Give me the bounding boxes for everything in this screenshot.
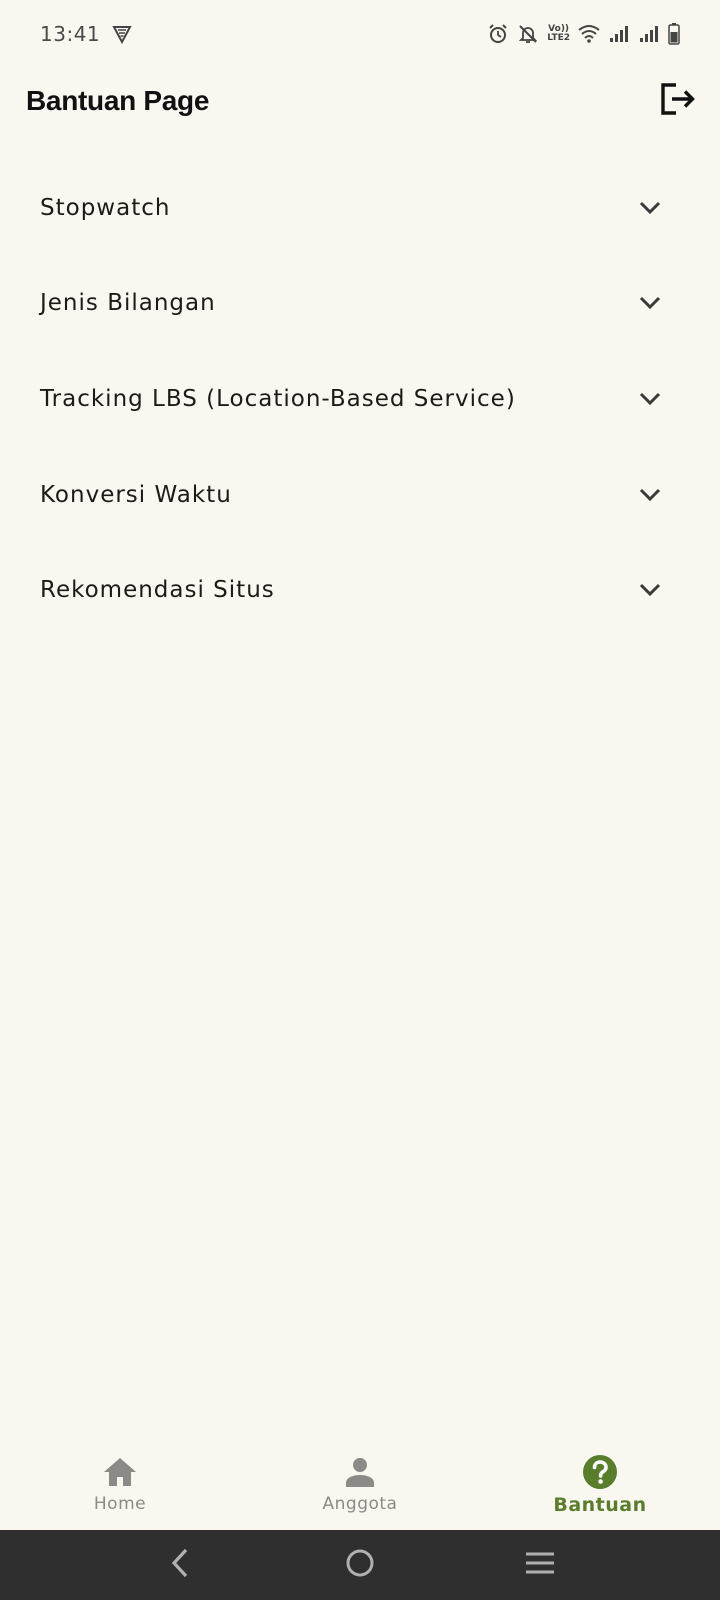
vpn-shield-icon bbox=[112, 24, 132, 44]
help-item-label: Rekomendasi Situs bbox=[40, 577, 275, 604]
chevron-down-icon bbox=[636, 385, 664, 413]
nav-label: Home bbox=[93, 1494, 147, 1514]
help-item-rekomendasi-situs[interactable]: Rekomendasi Situs bbox=[0, 542, 720, 638]
help-item-label: Konversi Waktu bbox=[40, 481, 232, 508]
help-item-stopwatch[interactable]: Stopwatch bbox=[0, 160, 720, 256]
status-left: 13:41 bbox=[40, 22, 132, 46]
nav-item-bantuan[interactable]: Bantuan bbox=[480, 1432, 720, 1530]
help-item-label: Stopwatch bbox=[40, 194, 171, 221]
system-home-button[interactable] bbox=[330, 1535, 390, 1595]
chevron-down-icon bbox=[636, 194, 664, 222]
help-list: Stopwatch Jenis Bilangan Tracking LBS (L… bbox=[0, 160, 720, 638]
home-icon bbox=[102, 1454, 138, 1490]
nav-item-home[interactable]: Home bbox=[0, 1432, 240, 1530]
logout-button[interactable] bbox=[658, 81, 698, 121]
page-title: Bantuan Page bbox=[26, 85, 210, 116]
status-right: Vo)) LTE2 bbox=[487, 23, 680, 45]
app-bar: Bantuan Page bbox=[0, 68, 720, 134]
help-item-jenis-bilangan[interactable]: Jenis Bilangan bbox=[0, 256, 720, 352]
chevron-down-icon bbox=[636, 576, 664, 604]
status-time: 13:41 bbox=[40, 22, 101, 46]
home-circle-icon bbox=[345, 1548, 375, 1583]
logout-icon bbox=[660, 82, 696, 121]
help-circle-icon bbox=[582, 1454, 618, 1490]
nav-item-anggota[interactable]: Anggota bbox=[240, 1432, 480, 1530]
system-back-button[interactable] bbox=[150, 1535, 210, 1595]
system-menu-button[interactable] bbox=[510, 1535, 570, 1595]
chevron-down-icon bbox=[636, 289, 664, 317]
wifi-icon bbox=[578, 24, 600, 44]
battery-icon bbox=[668, 23, 680, 45]
back-icon bbox=[170, 1548, 190, 1583]
help-item-label: Tracking LBS (Location-Based Service) bbox=[40, 385, 516, 412]
system-nav-bar bbox=[0, 1530, 720, 1600]
person-icon bbox=[342, 1454, 378, 1490]
alarm-icon bbox=[487, 23, 509, 45]
signal-icon bbox=[608, 24, 630, 44]
menu-icon bbox=[524, 1551, 556, 1580]
nav-label: Bantuan bbox=[553, 1494, 647, 1516]
volte-icon: Vo)) LTE2 bbox=[547, 25, 570, 43]
bottom-nav: Home Anggota Bantuan bbox=[0, 1432, 720, 1530]
help-item-tracking-lbs[interactable]: Tracking LBS (Location-Based Service) bbox=[0, 351, 720, 447]
signal-icon bbox=[638, 24, 660, 44]
status-bar: 13:41 Vo)) LTE2 bbox=[0, 0, 720, 68]
help-item-konversi-waktu[interactable]: Konversi Waktu bbox=[0, 447, 720, 543]
nav-label: Anggota bbox=[322, 1494, 398, 1514]
bell-off-icon bbox=[517, 23, 539, 45]
volte-text-bottom: LTE2 bbox=[547, 33, 570, 43]
help-item-label: Jenis Bilangan bbox=[40, 290, 216, 317]
chevron-down-icon bbox=[636, 481, 664, 509]
